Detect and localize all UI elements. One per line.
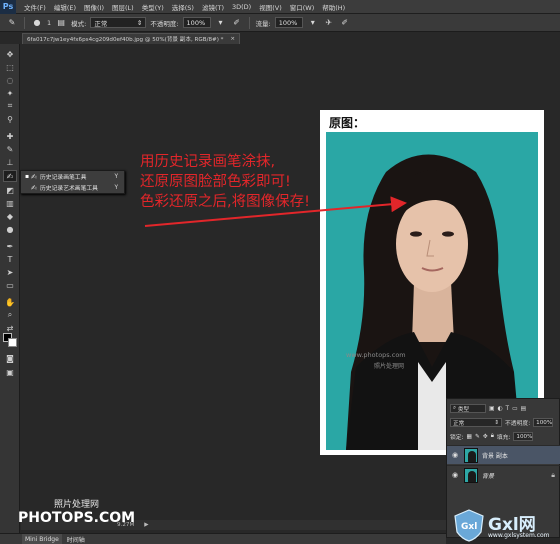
eye-icon[interactable]: ◉ [450,451,460,459]
gxl-watermark: Gxl Gxl网 www.gxlsystem.com [450,508,560,544]
fill-label: 填充: [496,435,511,441]
chevron-down-icon: ⇕ [494,419,499,426]
smart-filter-icon[interactable]: ▤ [521,406,526,412]
search-icon: ⌕ [453,405,457,411]
fill-field[interactable]: 100% [513,432,534,441]
svg-text:Gxl: Gxl [461,522,477,532]
photops-watermark: 照片处理网 PHOTOPS.COM [18,497,135,526]
blend-row: 正常 ⇕ 不透明度: 100% [447,418,560,427]
adjust-filter-icon[interactable]: ◐ [497,406,502,412]
lock-position-icon[interactable]: ✥ [483,434,488,440]
bottom-panel-bar: Mini Bridge 时间轴 [0,533,446,544]
lock-pixels-icon[interactable]: ✎ [475,434,480,440]
lock-transparency-icon[interactable]: ▦ [467,434,472,440]
layer-thumbnail [464,447,478,463]
blend-mode-select[interactable]: 正常 ⇕ [450,418,502,427]
layers-filter-row: ⌕ 类型 ▣ ◐ T ▭ ▤ [447,404,560,413]
lock-row: 锁定: ▦ ✎ ✥ 🔒︎ 填充: 100% [447,432,560,441]
tab-mini-bridge[interactable]: Mini Bridge [22,534,62,544]
photoshop-window: Ps 文件(F) 编辑(E) 图像(I) 图层(L) 类型(Y) 选择(S) 滤… [0,0,560,544]
tab-timeline[interactable]: 时间轴 [64,534,88,544]
layer-row-background-copy[interactable]: ◉ 背景 副本 [447,445,560,464]
lock-label: 锁定: [450,435,464,441]
pixel-filter-icon[interactable]: ▣ [489,406,494,412]
eye-icon[interactable]: ◉ [450,471,460,479]
layer-thumbnail [464,467,478,483]
type-filter-icon[interactable]: T [506,406,510,412]
layer-name: 背景 [482,472,495,480]
layer-opacity-value: 100% [536,419,553,426]
blend-mode-value: 正常 [453,420,465,427]
layer-opacity-label: 不透明度: [505,421,531,427]
shape-filter-icon[interactable]: ▭ [512,406,517,412]
watermark-big: PHOTOPS.COM [18,510,136,526]
gxl-shield-icon: Gxl [454,509,484,542]
layer-kind-value: 类型 [457,406,470,413]
gxl-url: www.gxlsystem.com [488,532,550,539]
lock-all-icon[interactable]: 🔒︎ [491,433,494,440]
layer-name: 背景 副本 [482,452,508,460]
layer-opacity-field[interactable]: 100% [533,418,554,427]
layer-kind-select[interactable]: ⌕ 类型 [450,404,486,413]
watermark-cn: 照片处理网 [54,500,100,510]
fill-value: 100% [516,433,533,440]
layer-row-background[interactable]: ◉ 背景 🔒︎ [447,465,560,484]
status-arrow-icon[interactable]: ▶ [144,522,148,528]
lock-icon: 🔒︎ [551,470,555,479]
